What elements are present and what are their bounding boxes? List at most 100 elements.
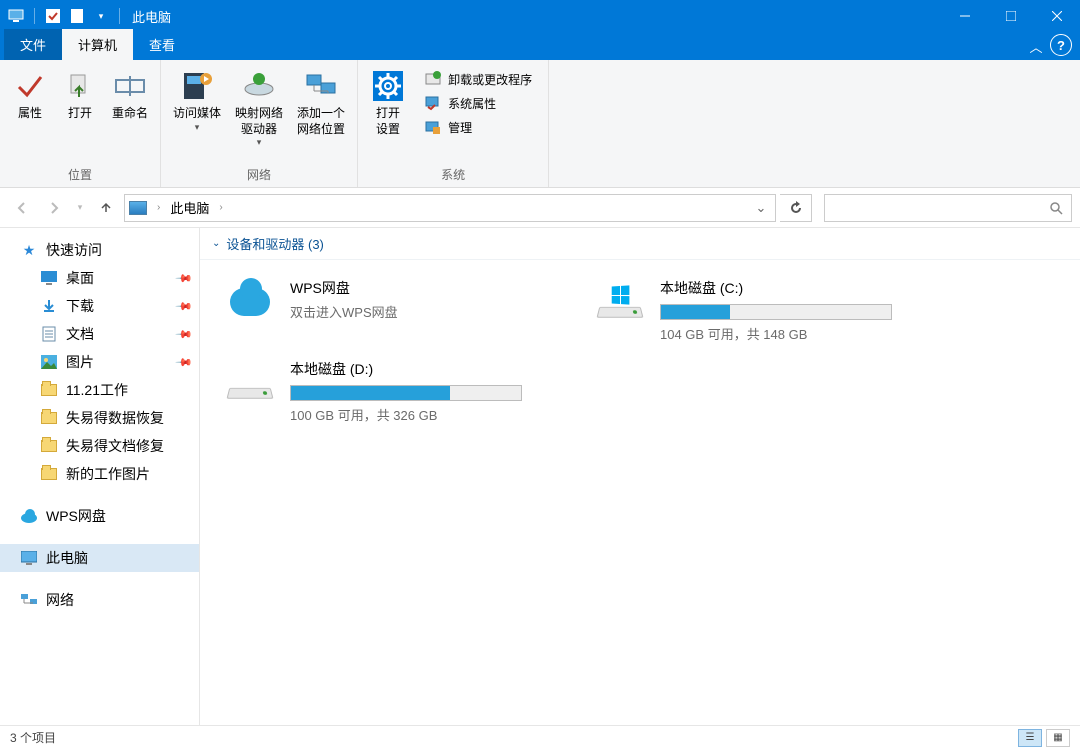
sidebar-documents[interactable]: 文档 📌 (0, 320, 199, 348)
drive-name: 本地磁盘 (C:) (660, 278, 938, 302)
breadcrumb-root[interactable]: 此电脑 (170, 198, 209, 217)
map-drive-icon (241, 68, 277, 104)
folder-icon (40, 437, 58, 455)
open-icon (62, 68, 98, 104)
sidebar-pictures[interactable]: 图片 📌 (0, 348, 199, 376)
ribbon-rename-label: 重命名 (112, 106, 148, 122)
gear-icon (370, 68, 406, 104)
ribbon-open-label: 打开 (68, 106, 92, 122)
download-icon (40, 297, 58, 315)
network-location-icon (303, 68, 339, 104)
sidebar-desktop[interactable]: 桌面 📌 (0, 264, 199, 292)
ribbon: 属性 打开 重命名 位置 访问媒体 ▾ 映射网络 驱动器 ▾ (0, 60, 1080, 188)
nav-recent-dropdown[interactable]: ▾ (72, 194, 88, 222)
sidebar-label: 网络 (46, 590, 74, 610)
sidebar-folder-4[interactable]: 新的工作图片 (0, 460, 199, 488)
chevron-right-icon[interactable]: › (153, 202, 164, 213)
drive-subtitle: 104 GB 可用，共 148 GB (660, 324, 938, 343)
pin-icon: 📌 (175, 325, 194, 344)
refresh-button[interactable] (780, 194, 812, 222)
hdd-icon (222, 359, 278, 407)
sidebar-wps[interactable]: WPS网盘 (0, 502, 199, 530)
ribbon-uninstall-label: 卸载或更改程序 (448, 71, 532, 88)
category-header[interactable]: ⌄ 设备和驱动器 (3) (200, 228, 1080, 260)
sidebar-label: 此电脑 (46, 548, 88, 568)
pin-icon: 📌 (175, 269, 194, 288)
nav-back-button[interactable] (8, 194, 36, 222)
drive-item-wps[interactable]: WPS网盘 双击进入WPS网盘 (210, 270, 580, 351)
checkmark-icon (12, 68, 48, 104)
hdd-icon (592, 278, 648, 326)
qat-doc-icon[interactable] (67, 6, 87, 26)
chevron-down-icon: ⌄ (212, 238, 220, 249)
ribbon-access-media-label: 访问媒体 (173, 106, 221, 122)
help-button[interactable]: ? (1050, 34, 1072, 56)
ribbon-rename-button[interactable]: 重命名 (106, 64, 154, 164)
sidebar-label: WPS网盘 (46, 506, 106, 526)
tab-computer[interactable]: 计算机 (62, 29, 133, 60)
qat-pc-icon[interactable] (6, 6, 26, 26)
ribbon-map-drive-label: 映射网络 驱动器 (235, 106, 283, 137)
sidebar-folder-3[interactable]: 失易得文档修复 (0, 432, 199, 460)
drive-item-c[interactable]: 本地磁盘 (C:) 104 GB 可用，共 148 GB (580, 270, 950, 351)
nav-forward-button[interactable] (40, 194, 68, 222)
ribbon-manage-label: 管理 (448, 119, 472, 136)
ribbon-sysprops-label: 系统属性 (448, 95, 496, 112)
ribbon-collapse-button[interactable]: ︿ (1022, 37, 1050, 60)
ribbon-manage-button[interactable]: 管理 (420, 116, 536, 138)
sidebar-this-pc[interactable]: 此电脑 (0, 544, 199, 572)
sidebar-label: 失易得文档修复 (66, 436, 164, 456)
ribbon-group-system: 打开 设置 卸载或更改程序 系统属性 管理 系统 (358, 60, 549, 187)
sidebar-label: 新的工作图片 (66, 464, 150, 484)
drive-item-d[interactable]: 本地磁盘 (D:) 100 GB 可用，共 326 GB (210, 351, 580, 432)
category-header-label: 设备和驱动器 (3) (226, 234, 324, 253)
qat-checkbox-icon[interactable] (43, 6, 63, 26)
status-item-count: 3 个项目 (10, 729, 56, 746)
ribbon-open-settings-button[interactable]: 打开 设置 (364, 64, 412, 164)
cloud-icon (20, 507, 38, 525)
ribbon-sysprops-button[interactable]: 系统属性 (420, 92, 536, 114)
ribbon-access-media-button[interactable]: 访问媒体 ▾ (167, 64, 227, 164)
sidebar-downloads[interactable]: 下载 📌 (0, 292, 199, 320)
address-bar[interactable]: › 此电脑 › ⌄ (124, 194, 776, 222)
sidebar-quick-access[interactable]: ★ 快速访问 (0, 236, 199, 264)
ribbon-open-button[interactable]: 打开 (56, 64, 104, 164)
search-box[interactable] (824, 194, 1072, 222)
ribbon-group-location: 属性 打开 重命名 位置 (0, 60, 161, 187)
tab-file[interactable]: 文件 (4, 29, 62, 60)
ribbon-properties-label: 属性 (18, 106, 42, 122)
search-icon[interactable] (1049, 201, 1063, 215)
view-tiles-button[interactable]: ▦ (1046, 729, 1070, 747)
ribbon-group-network-label: 网络 (247, 164, 271, 185)
chevron-right-icon[interactable]: › (215, 202, 226, 213)
manage-icon (424, 118, 442, 136)
sidebar-folder-2[interactable]: 失易得数据恢复 (0, 404, 199, 432)
ribbon-tabs: 文件 计算机 查看 ︿ ? (0, 32, 1080, 60)
uninstall-icon (424, 70, 442, 88)
folder-icon (40, 409, 58, 427)
address-dropdown-icon[interactable]: ⌄ (751, 200, 771, 216)
sidebar-folder-1[interactable]: 11.21工作 (0, 376, 199, 404)
search-input[interactable] (833, 200, 1049, 215)
title-bar: ▾ 此电脑 (0, 0, 1080, 32)
cloud-drive-icon (222, 278, 278, 326)
minimize-button[interactable] (942, 0, 988, 32)
ribbon-uninstall-button[interactable]: 卸载或更改程序 (420, 68, 536, 90)
drive-subtitle: 双击进入WPS网盘 (290, 302, 568, 321)
nav-up-button[interactable] (92, 194, 120, 222)
sidebar-label: 文档 (66, 324, 94, 344)
tab-view[interactable]: 查看 (133, 29, 191, 60)
pc-icon (20, 549, 38, 567)
ribbon-map-drive-button[interactable]: 映射网络 驱动器 ▾ (229, 64, 289, 164)
close-button[interactable] (1034, 0, 1080, 32)
maximize-button[interactable] (988, 0, 1034, 32)
view-details-button[interactable]: ☰ (1018, 729, 1042, 747)
qat-dropdown-icon[interactable]: ▾ (91, 6, 111, 26)
network-icon (20, 591, 38, 609)
sidebar-network[interactable]: 网络 (0, 586, 199, 614)
ribbon-group-location-label: 位置 (68, 164, 92, 185)
ribbon-properties-button[interactable]: 属性 (6, 64, 54, 164)
ribbon-open-settings-label: 打开 设置 (376, 106, 400, 137)
ribbon-add-netloc-button[interactable]: 添加一个 网络位置 (291, 64, 351, 164)
drive-usage-fill (661, 305, 730, 319)
